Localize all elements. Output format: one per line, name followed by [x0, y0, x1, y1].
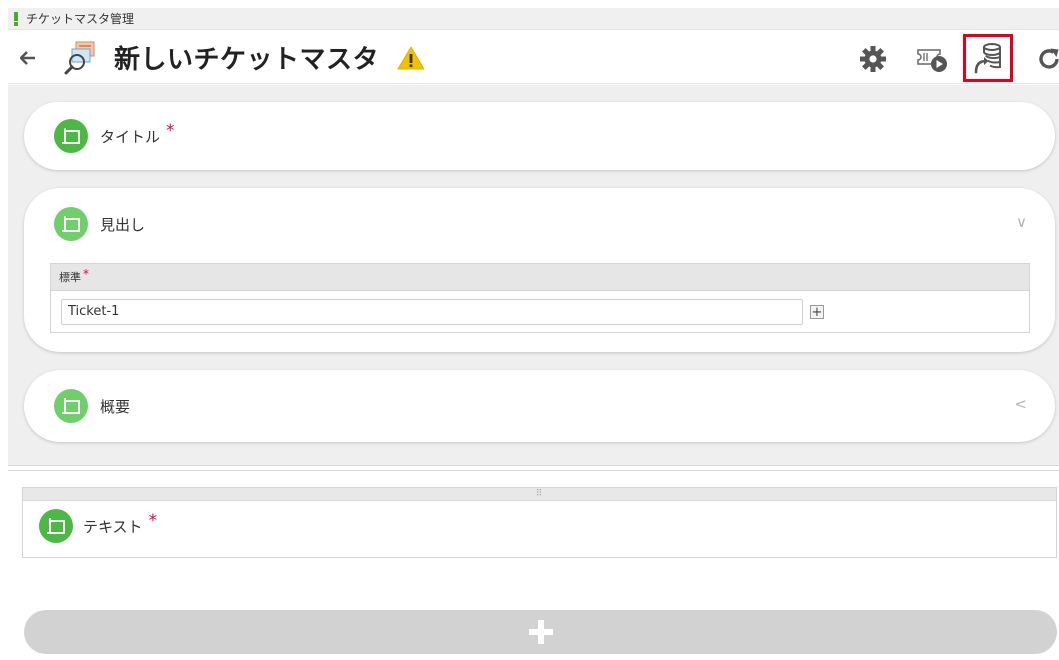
- ticket-master-icon: [64, 41, 95, 74]
- field-header: 標準 *: [51, 264, 1029, 291]
- section-title[interactable]: タイトル *: [24, 102, 1055, 170]
- section-heading[interactable]: 見出し ∨ 標準 * Ticket-1 +: [24, 188, 1055, 352]
- header: 新しいチケットマスタ: [8, 32, 1059, 84]
- text-item-label: テキスト: [83, 517, 143, 536]
- heading-input[interactable]: Ticket-1: [61, 299, 803, 325]
- arrow-left-icon: [20, 50, 35, 65]
- field-header-label: 標準: [59, 271, 81, 284]
- back-button[interactable]: [14, 44, 42, 72]
- run-ticket-icon: [917, 49, 947, 72]
- section-heading-header[interactable]: 見出し: [54, 188, 145, 260]
- required-mark: *: [148, 511, 158, 531]
- section-label: 見出し: [100, 215, 146, 234]
- lower-panel: ⠿ テキスト *: [8, 472, 1059, 660]
- text-item-header: テキスト *: [39, 508, 157, 544]
- section-frame-icon: [54, 389, 88, 423]
- section-frame-icon: [54, 207, 88, 241]
- field-table: 標準 * Ticket-1 +: [50, 263, 1030, 333]
- main-scroll-area[interactable]: タイトル * 見出し ∨ 標準 * Ticket-1 + 概要 <: [8, 85, 1059, 465]
- section-label: 概要: [100, 397, 131, 416]
- chevron-left-icon[interactable]: <: [1014, 395, 1027, 413]
- gear-icon: [860, 46, 886, 72]
- page-title: 新しいチケットマスタ: [114, 45, 380, 75]
- window-marker-icon: [14, 11, 18, 26]
- chevron-down-icon[interactable]: ∨: [1016, 213, 1027, 231]
- section-frame-icon: [54, 119, 88, 153]
- section-label: タイトル: [100, 127, 161, 146]
- settings-button[interactable]: [856, 42, 890, 76]
- add-field-button[interactable]: +: [810, 305, 824, 319]
- text-item-card[interactable]: ⠿ テキスト *: [22, 487, 1057, 558]
- refresh-button[interactable]: [1032, 42, 1059, 76]
- required-mark: *: [166, 121, 175, 141]
- section-title-header[interactable]: タイトル *: [54, 100, 175, 172]
- section-summary-header[interactable]: 概要: [54, 370, 130, 442]
- plus-icon: [528, 620, 553, 644]
- run-ticket-button[interactable]: [912, 42, 952, 76]
- required-mark: *: [83, 267, 89, 281]
- pane-divider[interactable]: [8, 465, 1059, 471]
- window-title-bar: チケットマスタ管理: [8, 8, 1059, 30]
- refresh-icon: [1039, 48, 1059, 69]
- deploy-icon: [974, 43, 1001, 74]
- page: チケットマスタ管理 新しいチケットマスタ タイトル * 見出し ∨ 標準 * T…: [0, 0, 1059, 660]
- drag-handle-icon[interactable]: ⠿: [23, 488, 1056, 501]
- window-title: チケットマスタ管理: [26, 12, 135, 26]
- section-frame-icon: [39, 509, 73, 543]
- warning-icon[interactable]: [397, 45, 425, 71]
- section-summary[interactable]: 概要 <: [24, 370, 1055, 442]
- add-item-button[interactable]: [24, 610, 1057, 654]
- deploy-button[interactable]: [963, 34, 1013, 82]
